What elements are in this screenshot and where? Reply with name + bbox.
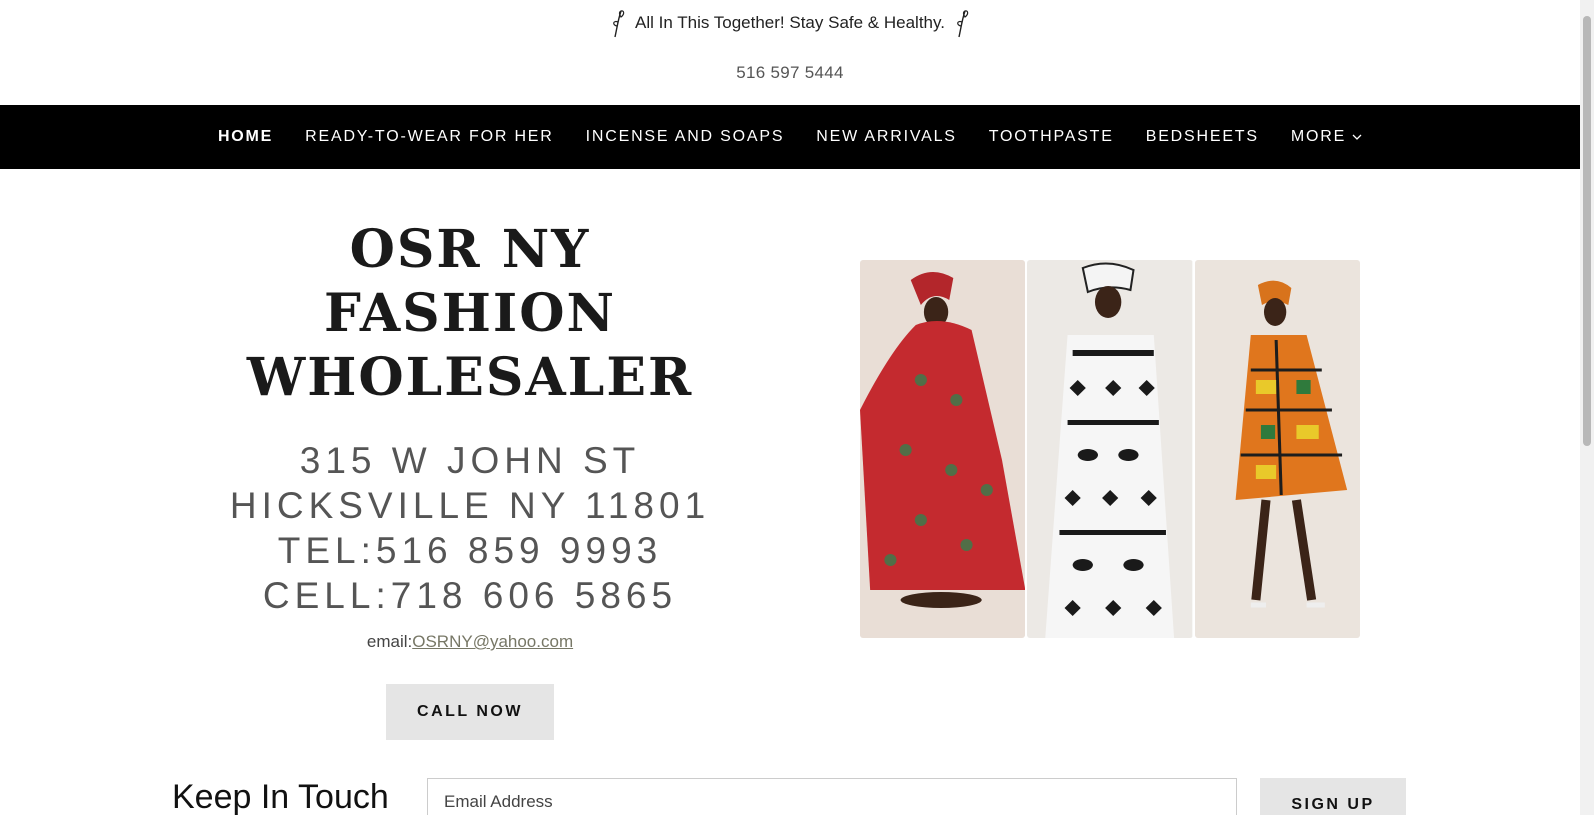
main-nav: HOME READY-TO-WEAR FOR HER INCENSE AND S…	[0, 105, 1580, 169]
newsletter-email-input[interactable]	[427, 778, 1237, 815]
sprig-icon	[613, 10, 625, 38]
model-white-dress-image	[1027, 260, 1193, 638]
sprig-icon	[957, 10, 969, 38]
call-now-button[interactable]: CALL NOW	[386, 684, 554, 740]
brand-line-2: WHOLESALER	[246, 347, 694, 408]
cell-line: CELL:718 606 5865	[262, 575, 678, 616]
scrollbar-thumb[interactable]	[1583, 16, 1591, 446]
nav-item-new-arrivals[interactable]: NEW ARRIVALS	[800, 128, 972, 146]
header-phone[interactable]: 516 597 5444	[0, 63, 1580, 83]
nav-item-ready-to-wear[interactable]: READY-TO-WEAR FOR HER	[289, 128, 570, 146]
email-link[interactable]: OSRNY@yahoo.com	[412, 632, 573, 651]
nav-item-bedsheets[interactable]: BEDSHEETS	[1130, 128, 1275, 146]
store-address: 315 W JOHN ST HICKSVILLE NY 11801 TEL:51…	[200, 438, 740, 618]
sign-up-button[interactable]: SIGN UP	[1260, 778, 1406, 815]
announcement-bar: All In This Together! Stay Safe & Health…	[0, 0, 1580, 46]
email-label: email:	[366, 632, 413, 651]
tel-line: TEL:516 859 9993	[277, 530, 663, 571]
announcement-text: All In This Together! Stay Safe & Health…	[635, 13, 945, 32]
nav-item-toothpaste[interactable]: TOOTHPASTE	[973, 128, 1130, 146]
nav-item-more-label: MORE	[1290, 128, 1347, 145]
nav-item-home[interactable]: HOME	[202, 128, 289, 146]
nav-item-more[interactable]: MORE	[1275, 128, 1378, 146]
model-kente-dress-image	[1194, 260, 1360, 638]
page-scrollbar[interactable]	[1580, 0, 1594, 815]
nav-item-incense-and-soaps[interactable]: INCENSE AND SOAPS	[570, 128, 801, 146]
address-line-2: HICKSVILLE NY 11801	[229, 485, 711, 526]
address-line-1: 315 W JOHN ST	[299, 440, 641, 481]
newsletter-heading: Keep In Touch	[172, 778, 389, 815]
model-red-dress-image	[860, 260, 1026, 638]
hero-info: OSR NY FASHION WHOLESALER 315 W JOHN ST …	[200, 218, 740, 740]
chevron-down-icon	[1352, 134, 1362, 140]
brand-line-1: OSR NY FASHION	[323, 219, 617, 344]
brand-title: OSR NY FASHION WHOLESALER	[200, 218, 740, 410]
hero-image-collage	[860, 260, 1360, 638]
email-line: email:OSRNY@yahoo.com	[200, 632, 740, 652]
